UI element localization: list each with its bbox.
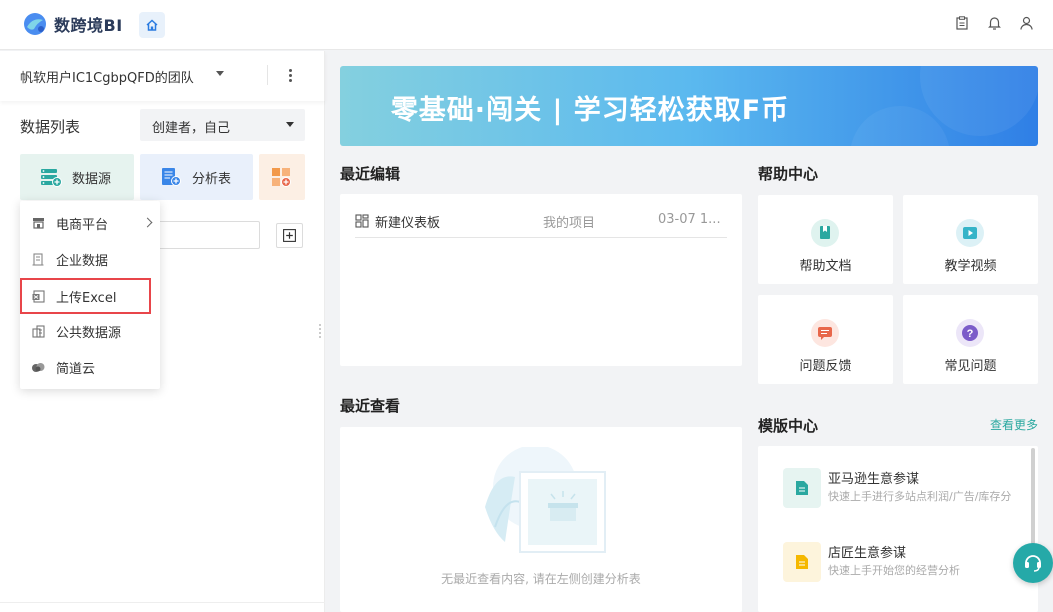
- recent-view-panel: 无最近查看内容, 请在左侧创建分析表: [340, 427, 742, 612]
- chat-icon: [1025, 555, 1041, 572]
- customer-service-button[interactable]: [1013, 543, 1053, 583]
- datasource-add-icon: [41, 169, 62, 187]
- video-play-icon: [956, 219, 984, 247]
- help-doc-card[interactable]: 帮助文档: [758, 195, 893, 284]
- plus-square-icon: [283, 229, 296, 242]
- creator-filter-value: 创建者，自己: [152, 121, 231, 136]
- template-name: 店匠生意参谋: [828, 546, 907, 561]
- store-icon: [31, 216, 45, 230]
- menu-item-label: 电商平台: [56, 217, 109, 233]
- faq-label: 常见问题: [944, 359, 997, 374]
- view-more-link[interactable]: 查看更多: [990, 416, 1038, 433]
- data-list-title: 数据列表: [20, 118, 81, 136]
- help-doc-icon: [811, 219, 839, 247]
- menu-item-enterprise-data[interactable]: 企业数据: [20, 241, 160, 277]
- top-bar: 数跨境BI: [0, 0, 1053, 50]
- template-item[interactable]: 店匠生意参谋 快速上手开始您的经营分析: [783, 542, 1033, 582]
- tutorial-video-label: 教学视频: [944, 259, 997, 274]
- add-analysis-table-button[interactable]: 分析表: [140, 154, 253, 200]
- tutorial-video-card[interactable]: 教学视频: [903, 195, 1038, 284]
- dashboard-icon: [355, 214, 369, 228]
- dashboard-add-icon: [272, 168, 291, 187]
- user-icon[interactable]: [1019, 15, 1033, 31]
- app-name: 数跨境BI: [54, 16, 123, 35]
- item-date: 03-07 1...: [658, 212, 721, 227]
- more-vertical-icon[interactable]: [284, 65, 296, 85]
- template-desc: 快速上手开始您的经营分析: [828, 564, 960, 577]
- svg-text:?: ?: [967, 328, 974, 340]
- template-center-title: 模版中心: [758, 417, 819, 435]
- analysis-table-add-icon: [162, 168, 181, 186]
- feedback-label: 问题反馈: [799, 359, 852, 374]
- promo-banner[interactable]: 零基础·闯关 | 学习轻松获取F币: [340, 66, 1038, 146]
- cloud-icon: [31, 360, 45, 374]
- template-list: 亚马逊生意参谋 快速上手进行多站点利润/广告/库存分 店匠生意参谋 快速上手开始…: [758, 446, 1038, 612]
- recent-edit-title: 最近编辑: [340, 165, 401, 183]
- item-name[interactable]: 新建仪表板: [375, 212, 440, 231]
- add-datasource-label: 数据源: [72, 171, 112, 187]
- empty-box-illustration: [485, 447, 606, 553]
- caret-down-icon[interactable]: [216, 71, 224, 76]
- recent-edit-panel: 新建仪表板 我的项目 03-07 1...: [340, 194, 742, 366]
- menu-item-label: 企业数据: [56, 253, 109, 269]
- menu-item-label: 公共数据源: [56, 325, 122, 341]
- creator-filter-select[interactable]: 创建者，自己: [140, 109, 305, 141]
- panel-resize-handle[interactable]: [319, 324, 321, 338]
- template-name: 亚马逊生意参谋: [828, 472, 920, 487]
- menu-item-ecommerce[interactable]: 电商平台: [20, 205, 160, 241]
- bell-icon[interactable]: [987, 15, 1001, 31]
- banner-text: 零基础·闯关 | 学习轻松获取F币: [390, 95, 790, 126]
- empty-state-text: 无最近查看内容, 请在左侧创建分析表: [441, 572, 641, 586]
- feedback-card[interactable]: 问题反馈: [758, 295, 893, 384]
- team-selector[interactable]: 帆软用户IC1CgbpQFD的团队: [0, 51, 325, 101]
- caret-down-icon: [286, 122, 294, 127]
- divider: [0, 602, 325, 603]
- add-datasource-menu: 电商平台 企业数据 上传Excel 公共数据源 简道云: [20, 201, 160, 389]
- doc-green-icon: [783, 468, 821, 508]
- home-icon: [146, 19, 158, 31]
- menu-item-upload-excel[interactable]: 上传Excel: [20, 278, 151, 314]
- search-input[interactable]: [150, 221, 260, 249]
- item-project: 我的项目: [543, 216, 596, 231]
- menu-item-public-data[interactable]: 公共数据源: [20, 313, 160, 349]
- clipboard-icon[interactable]: [955, 15, 969, 31]
- add-datasource-button[interactable]: 数据源: [20, 154, 134, 200]
- divider: [267, 65, 268, 85]
- faq-card[interactable]: ? 常见问题: [903, 295, 1038, 384]
- building-icon: [31, 252, 45, 266]
- template-desc: 快速上手进行多站点利润/广告/库存分: [828, 490, 1012, 503]
- excel-icon: [31, 289, 45, 303]
- add-analysis-table-label: 分析表: [192, 171, 232, 187]
- menu-item-label: 简道云: [56, 361, 96, 377]
- menu-item-jiandaoyun[interactable]: 简道云: [20, 349, 160, 385]
- recent-view-title: 最近查看: [340, 397, 401, 415]
- chevron-right-icon: [142, 217, 153, 228]
- add-folder-button[interactable]: [276, 223, 303, 248]
- help-center-title: 帮助中心: [758, 165, 819, 183]
- home-button[interactable]: [139, 12, 165, 38]
- add-dashboard-button[interactable]: [259, 154, 305, 200]
- doc-yellow-icon: [783, 542, 821, 582]
- table-row[interactable]: 新建仪表板 我的项目 03-07 1...: [355, 204, 727, 238]
- public-data-icon: [31, 324, 45, 338]
- feedback-icon: [811, 319, 839, 347]
- team-name[interactable]: 帆软用户IC1CgbpQFD的团队: [20, 67, 194, 86]
- app-logo[interactable]: 数跨境BI: [22, 11, 123, 37]
- logo-icon: [24, 13, 46, 35]
- template-item[interactable]: 亚马逊生意参谋 快速上手进行多站点利润/广告/库存分: [783, 468, 1033, 508]
- help-doc-label: 帮助文档: [799, 259, 852, 274]
- question-icon: ?: [956, 319, 984, 347]
- menu-item-label: 上传Excel: [56, 290, 117, 306]
